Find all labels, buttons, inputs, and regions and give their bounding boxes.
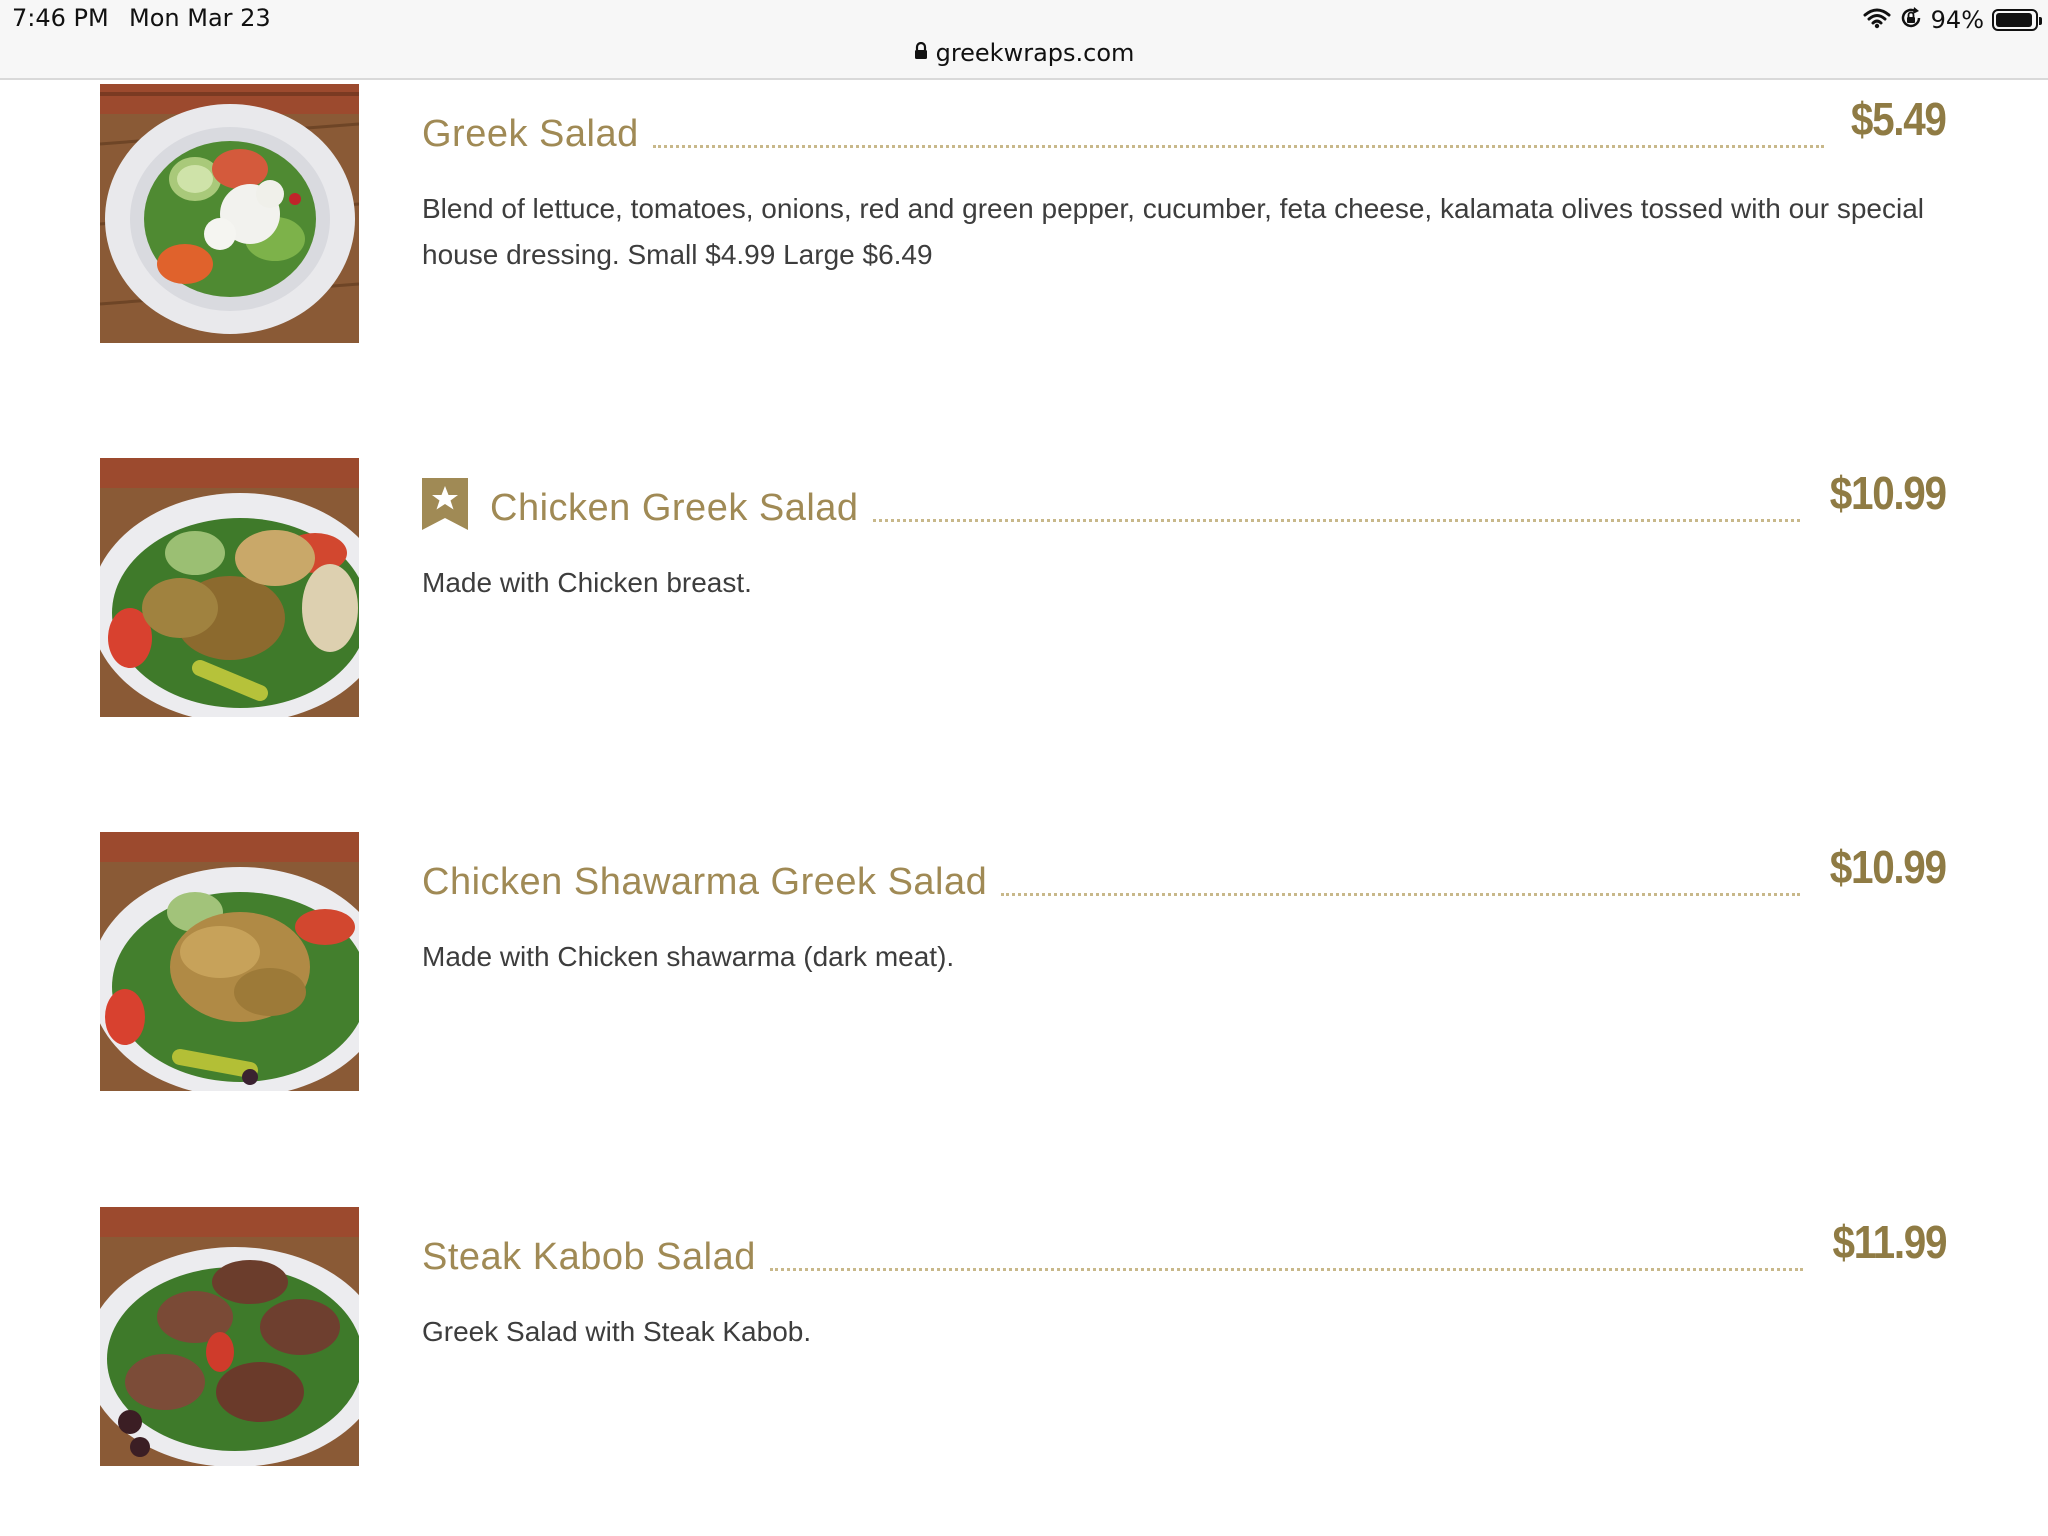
status-date: Mon Mar 23 bbox=[129, 4, 271, 32]
wifi-icon bbox=[1863, 7, 1891, 33]
status-time: 7:46 PM bbox=[12, 4, 109, 32]
menu-item-steak-kabob-salad[interactable]: Steak Kabob Salad $11.99 Greek Salad wit… bbox=[0, 1207, 2048, 1477]
item-header: Chicken Greek Salad $10.99 bbox=[422, 467, 1947, 538]
browser-status-bar: 7:46 PM Mon Mar 23 94% greekwraps.com bbox=[0, 0, 2048, 80]
greek-salad-bowl-image[interactable] bbox=[100, 84, 359, 343]
leader-dots bbox=[652, 145, 1825, 148]
item-price: $10.99 bbox=[1830, 841, 1947, 893]
item-name[interactable]: Greek Salad bbox=[422, 113, 639, 164]
chicken-shawarma-salad-image[interactable] bbox=[100, 832, 359, 1091]
item-name[interactable]: Chicken Shawarma Greek Salad bbox=[422, 861, 987, 912]
item-price: $11.99 bbox=[1832, 1216, 1947, 1268]
menu-item-chicken-shawarma-greek-salad[interactable]: Chicken Shawarma Greek Salad $10.99 Made… bbox=[0, 832, 2048, 1102]
item-name[interactable]: Steak Kabob Salad bbox=[422, 1236, 756, 1287]
steak-kabob-salad-image[interactable] bbox=[100, 1207, 359, 1466]
item-description: Blend of lettuce, tomatoes, onions, red … bbox=[422, 193, 1925, 270]
leader-dots bbox=[1001, 893, 1801, 896]
item-header: Greek Salad $5.49 bbox=[422, 93, 1947, 164]
menu-item-chicken-greek-salad[interactable]: Chicken Greek Salad $10.99 Made with Chi… bbox=[0, 458, 2048, 728]
battery-cap bbox=[2039, 17, 2042, 25]
item-header: Chicken Shawarma Greek Salad $10.99 bbox=[422, 841, 1947, 912]
item-header: Steak Kabob Salad $11.99 bbox=[422, 1216, 1947, 1287]
item-description: Made with Chicken shawarma (dark meat). bbox=[422, 941, 955, 972]
item-description: Made with Chicken breast. bbox=[422, 567, 752, 598]
battery-icon bbox=[1992, 9, 2042, 31]
lock-icon bbox=[914, 41, 928, 64]
battery-fill bbox=[1996, 13, 2032, 27]
leader-dots bbox=[872, 519, 1801, 522]
item-name[interactable]: Chicken Greek Salad bbox=[490, 487, 859, 538]
url-text[interactable]: greekwraps.com bbox=[936, 39, 1135, 67]
item-price: $5.49 bbox=[1851, 93, 1947, 145]
item-description: Greek Salad with Steak Kabob. bbox=[422, 1316, 812, 1347]
chicken-greek-salad-image[interactable] bbox=[100, 458, 359, 717]
item-price: $10.99 bbox=[1830, 467, 1947, 519]
address-bar[interactable]: greekwraps.com bbox=[0, 36, 2048, 70]
status-indicators: 94% bbox=[1863, 4, 2042, 36]
orientation-lock-icon bbox=[1899, 6, 1923, 34]
featured-star-icon bbox=[422, 478, 468, 530]
leader-dots bbox=[769, 1268, 1803, 1271]
battery-percent: 94% bbox=[1930, 6, 1984, 34]
menu-item-greek-salad[interactable]: Greek Salad $5.49 Blend of lettuce, toma… bbox=[0, 84, 2048, 354]
